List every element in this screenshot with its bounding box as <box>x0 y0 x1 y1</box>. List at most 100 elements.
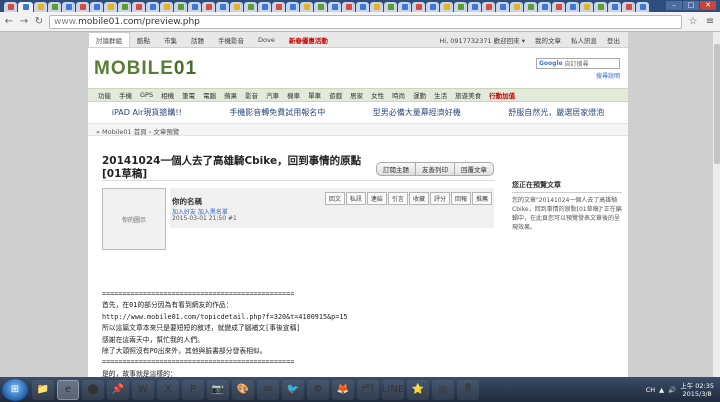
browser-tab[interactable] <box>160 2 173 12</box>
browser-tab[interactable] <box>202 2 215 12</box>
url-input[interactable]: www. mobile01.com/preview.php <box>49 14 682 29</box>
star-icon[interactable]: ☆ <box>687 16 699 27</box>
breadcrumb[interactable]: » Mobile01 首頁 › 文章預覽 <box>88 124 628 136</box>
taskbar-app-icon[interactable]: 🎨 <box>232 379 254 400</box>
logout-link[interactable]: 登出 <box>607 35 620 45</box>
taskbar-app-icon[interactable]: LINE <box>382 379 404 400</box>
topnav-item[interactable]: 酷點 <box>130 32 157 47</box>
browser-tab[interactable] <box>496 2 509 12</box>
browser-tab[interactable] <box>454 2 467 12</box>
topnav-item[interactable]: 手機影音 <box>211 32 251 47</box>
taskbar-app-icon[interactable]: 🗂 <box>357 379 379 400</box>
category-item[interactable]: 手機 <box>115 90 136 100</box>
print-button[interactable]: 友善列印 <box>415 162 455 176</box>
taskbar-app-icon[interactable]: 📷 <box>207 379 229 400</box>
browser-tab[interactable] <box>398 2 411 12</box>
browser-tab[interactable] <box>566 2 579 12</box>
site-logo[interactable]: MOBILE01 <box>94 58 197 80</box>
back-icon[interactable]: ← <box>4 16 14 27</box>
taskbar-app-icon[interactable]: 🦊 <box>332 379 354 400</box>
taskbar-app-icon[interactable]: 📌 <box>107 379 129 400</box>
browser-tab[interactable] <box>482 2 495 12</box>
category-item[interactable]: 單車 <box>304 90 325 100</box>
category-item[interactable]: 影音 <box>241 90 262 100</box>
topnav-item[interactable]: 討論群組 <box>88 32 130 47</box>
language-indicator[interactable]: CH <box>646 386 655 394</box>
menu-icon[interactable]: ≡ <box>704 16 716 27</box>
browser-tab[interactable] <box>34 2 47 12</box>
ad-link[interactable]: 手機影音轉免費試用報名中 <box>229 107 325 118</box>
topnav-item[interactable]: Dove <box>251 32 282 47</box>
browser-tab[interactable] <box>538 2 551 12</box>
reload-icon[interactable]: ↻ <box>34 16 44 27</box>
category-item[interactable]: 生活 <box>430 90 451 100</box>
browser-tab[interactable] <box>622 2 635 12</box>
close-window-button[interactable]: ✕ <box>700 1 716 10</box>
browser-tab[interactable] <box>510 2 523 12</box>
browser-tab[interactable] <box>314 2 327 12</box>
start-button[interactable]: ⊞ <box>2 378 28 401</box>
network-icon[interactable]: ▲ <box>659 386 664 394</box>
taskbar-app-icon[interactable]: P <box>182 379 204 400</box>
browser-tab[interactable] <box>328 2 341 12</box>
taskbar-app-icon[interactable]: 📁 <box>32 379 54 400</box>
category-item[interactable]: 相機 <box>157 90 178 100</box>
browser-tab[interactable] <box>580 2 593 12</box>
post-tool-button[interactable]: 連結 <box>366 192 387 205</box>
taskbar-app-icon[interactable]: X <box>157 379 179 400</box>
author-name[interactable]: 你的名稱 <box>172 196 202 207</box>
messages-link[interactable]: 私人訊息 <box>571 35 597 45</box>
volume-icon[interactable]: 🔊 <box>668 386 676 394</box>
browser-tab[interactable] <box>440 2 453 12</box>
browser-tab[interactable] <box>300 2 313 12</box>
subscribe-button[interactable]: 訂閱主題 <box>376 162 416 176</box>
browser-tab[interactable] <box>4 2 17 12</box>
browser-tab[interactable] <box>608 2 621 12</box>
browser-tab[interactable] <box>258 2 271 12</box>
my-posts-link[interactable]: 我的文章 <box>535 35 561 45</box>
category-item[interactable]: 女性 <box>367 90 388 100</box>
browser-tab[interactable] <box>76 2 89 12</box>
category-item[interactable]: 時尚 <box>388 90 409 100</box>
reply-button[interactable]: 回覆文章 <box>454 162 494 176</box>
category-item[interactable]: 筆電 <box>178 90 199 100</box>
category-item-highlight[interactable]: 行動加值 <box>485 90 519 100</box>
category-item[interactable]: GPS <box>136 91 157 99</box>
browser-tab[interactable] <box>272 2 285 12</box>
topnav-item[interactable]: 市集 <box>157 32 184 47</box>
browser-tab[interactable] <box>216 2 229 12</box>
browser-tab[interactable] <box>48 2 61 12</box>
category-item[interactable]: 機車 <box>283 90 304 100</box>
browser-tab[interactable] <box>104 2 117 12</box>
search-help-link[interactable]: 搜尋說明 <box>596 71 620 80</box>
browser-tab[interactable] <box>468 2 481 12</box>
taskbar-app-icon[interactable]: W <box>132 379 154 400</box>
post-tool-button[interactable]: 推薦 <box>471 192 492 205</box>
browser-tab[interactable] <box>230 2 243 12</box>
minimize-button[interactable]: – <box>666 1 682 10</box>
taskbar-app-icon[interactable]: ⬤ <box>82 379 104 400</box>
post-tool-button[interactable]: 評分 <box>429 192 450 205</box>
post-tool-button[interactable]: 回報 <box>450 192 471 205</box>
post-tool-button[interactable]: 私訊 <box>345 192 366 205</box>
search-input[interactable]: Google 自訂搜尋 <box>536 58 620 69</box>
browser-tab[interactable] <box>132 2 145 12</box>
browser-tab[interactable] <box>118 2 131 12</box>
browser-tab[interactable] <box>552 2 565 12</box>
category-item[interactable]: 旅遊美食 <box>451 90 485 100</box>
browser-tab[interactable] <box>342 2 355 12</box>
browser-tab[interactable] <box>188 2 201 12</box>
taskbar-app-icon[interactable]: 🐦 <box>282 379 304 400</box>
taskbar-app-icon[interactable]: ◎ <box>432 379 454 400</box>
post-tool-button[interactable]: 回文 <box>324 192 345 205</box>
browser-tab[interactable] <box>90 2 103 12</box>
browser-tab[interactable] <box>174 2 187 12</box>
post-tool-button[interactable]: 收藏 <box>408 192 429 205</box>
category-item[interactable]: 居家 <box>346 90 367 100</box>
post-tool-button[interactable]: 引言 <box>387 192 408 205</box>
ad-link[interactable]: 舒服自然光，嚴選居家燈泡 <box>508 107 604 118</box>
category-item[interactable]: 電腦 <box>199 90 220 100</box>
browser-tab[interactable] <box>412 2 425 12</box>
browser-tab[interactable] <box>146 2 159 12</box>
topnav-item[interactable]: 話題 <box>184 32 211 47</box>
